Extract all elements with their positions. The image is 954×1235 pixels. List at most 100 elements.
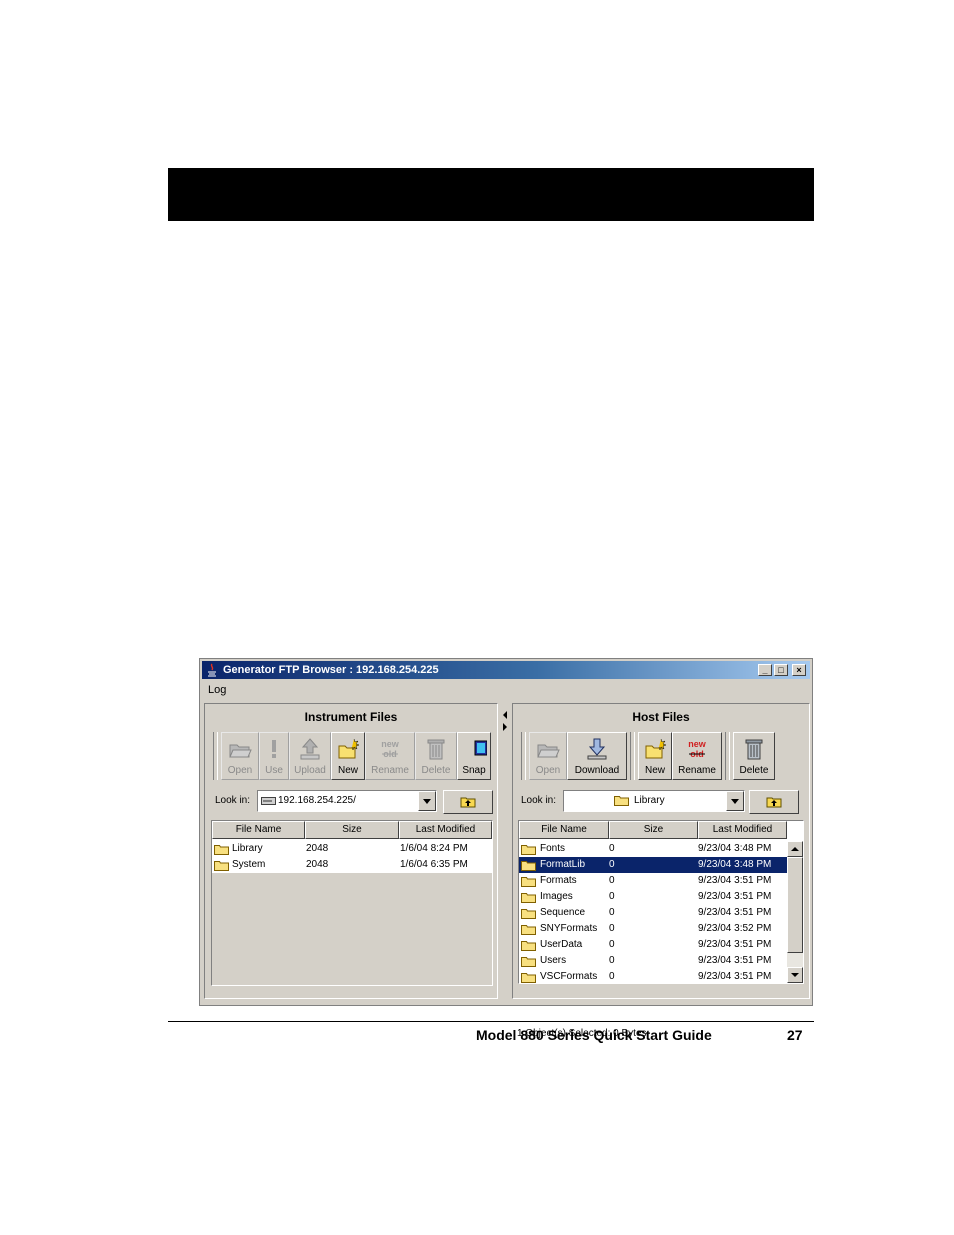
instrument-files-title: Instrument Files	[304, 710, 398, 724]
column-last-modified[interactable]: Last Modified	[698, 821, 787, 839]
file-modified: 9/23/04 3:51 PM	[698, 939, 772, 950]
upload-arrow-icon	[300, 738, 320, 760]
instrument-snap-button[interactable]: Snap	[457, 732, 491, 780]
instrument-upload-button[interactable]: Upload	[289, 732, 331, 780]
instrument-use-button[interactable]: Use	[259, 732, 289, 780]
window-title: Generator FTP Browser : 192.168.254.225	[223, 664, 439, 676]
page-number: 27	[787, 1027, 803, 1043]
toolbar-separator	[521, 732, 526, 780]
file-name: Formats	[540, 875, 577, 886]
close-button[interactable]: ×	[792, 664, 806, 676]
look-in-label: Look in:	[215, 795, 251, 806]
folder-icon	[521, 957, 536, 967]
file-size: 2048	[306, 843, 329, 854]
button-label: Rename	[678, 765, 716, 776]
table-row-selected[interactable]: FormatLib 0 9/23/04 3:48 PM	[519, 857, 787, 873]
button-label: Upload	[294, 765, 326, 776]
folder-icon	[521, 861, 536, 871]
column-size[interactable]: Size	[305, 821, 399, 839]
ftp-browser-window: Generator FTP Browser : 192.168.254.225 …	[199, 658, 813, 1039]
host-new-button[interactable]: New	[638, 732, 672, 780]
trash-icon	[427, 739, 445, 760]
scroll-thumb[interactable]	[787, 857, 803, 953]
scroll-up-button[interactable]	[787, 841, 803, 857]
button-label: New	[644, 765, 665, 776]
drive-icon	[261, 797, 276, 805]
minimize-button[interactable]: _	[758, 664, 772, 676]
table-row[interactable]: Fonts 0 9/23/04 3:48 PM	[519, 841, 787, 857]
file-name: FormatLib	[540, 859, 586, 870]
file-modified: 9/23/04 3:51 PM	[698, 891, 772, 902]
file-size: 0	[609, 955, 615, 966]
new-folder-icon	[645, 738, 667, 759]
maximize-button[interactable]: □	[774, 664, 788, 676]
toolbar-separator	[725, 732, 730, 780]
instrument-delete-button[interactable]: Delete	[415, 732, 457, 780]
instrument-rename-button[interactable]: new old Rename	[365, 732, 415, 780]
table-row[interactable]: VSCFormats 0 9/23/04 3:51 PM	[519, 969, 787, 983]
file-name: Users	[540, 955, 567, 966]
table-row[interactable]: Formats 0 9/23/04 3:51 PM	[519, 873, 787, 889]
table-body: Fonts 0 9/23/04 3:48 PM FormatLib 0 9/23…	[519, 841, 787, 983]
column-last-modified[interactable]: Last Modified	[399, 821, 492, 839]
table-row[interactable]: Library 2048 1/6/04 8:24 PM	[212, 841, 492, 857]
instrument-look-in-combo[interactable]: 192.168.254.225/	[257, 790, 437, 812]
table-row[interactable]: Users 0 9/23/04 3:51 PM	[519, 953, 787, 969]
window-titlebar[interactable]: Generator FTP Browser : 192.168.254.225 …	[202, 661, 810, 679]
file-modified: 9/23/04 3:51 PM	[698, 955, 772, 966]
folder-icon	[521, 925, 536, 935]
table-row[interactable]: UserData 0 9/23/04 3:51 PM	[519, 937, 787, 953]
column-file-name[interactable]: File Name	[212, 821, 305, 839]
file-name: SNYFormats	[540, 923, 598, 934]
table-row[interactable]: SNYFormats 0 9/23/04 3:52 PM	[519, 921, 787, 937]
folder-icon	[521, 893, 536, 903]
trash-icon	[745, 739, 763, 760]
vertical-scrollbar[interactable]	[787, 841, 803, 983]
column-size[interactable]: Size	[609, 821, 698, 839]
column-file-name[interactable]: File Name	[519, 821, 609, 839]
instrument-file-table: File Name Size Last Modified Library 204…	[211, 820, 493, 986]
folder-icon	[521, 877, 536, 887]
host-delete-button[interactable]: Delete	[733, 732, 775, 780]
file-modified: 9/23/04 3:48 PM	[698, 843, 772, 854]
look-in-label: Look in:	[521, 795, 557, 806]
instrument-new-button[interactable]: New	[331, 732, 365, 780]
button-label: Delete	[421, 765, 451, 776]
button-label: Open	[227, 765, 253, 776]
look-in-value: 192.168.254.225/	[278, 795, 356, 806]
chevron-up-icon	[791, 847, 799, 851]
table-row[interactable]: Images 0 9/23/04 3:51 PM	[519, 889, 787, 905]
table-row[interactable]: Sequence 0 9/23/04 3:51 PM	[519, 905, 787, 921]
table-row[interactable]: System 2048 1/6/04 6:35 PM	[212, 857, 492, 873]
exclamation-icon	[272, 740, 276, 758]
host-rename-button[interactable]: new old Rename	[672, 732, 722, 780]
chevron-down-icon[interactable]	[418, 791, 436, 811]
chevron-down-icon[interactable]	[726, 791, 744, 811]
host-open-button[interactable]: Open	[529, 732, 567, 780]
file-name: Fonts	[540, 843, 566, 854]
file-modified: 9/23/04 3:51 PM	[698, 907, 772, 918]
host-up-folder-button[interactable]	[749, 790, 799, 814]
instrument-toolbar: Open Use Upload New new old Rename Delet…	[213, 732, 491, 782]
host-toolbar: Open Download New new old Rename Delete	[521, 732, 775, 782]
file-modified: 9/23/04 3:51 PM	[698, 971, 772, 982]
rename-icon-new-text: new	[688, 739, 707, 749]
file-size: 0	[609, 939, 615, 950]
instrument-up-folder-button[interactable]	[443, 790, 493, 814]
instrument-open-button[interactable]: Open	[221, 732, 259, 780]
file-modified: 1/6/04 6:35 PM	[400, 859, 468, 870]
file-name: Sequence	[540, 907, 586, 918]
table-header: File Name Size Last Modified	[212, 821, 492, 839]
host-download-button[interactable]: Download	[567, 732, 627, 780]
footer-title: Model 880 Series Quick Start Guide	[476, 1027, 712, 1043]
host-look-in-combo[interactable]: Library	[563, 790, 745, 812]
look-in-value: Library	[634, 795, 665, 806]
scroll-down-button[interactable]	[787, 967, 803, 983]
menubar: Log	[202, 681, 810, 699]
file-modified: 9/23/04 3:48 PM	[698, 859, 772, 870]
split-pane-arrows-icon[interactable]	[500, 707, 510, 737]
file-name: VSCFormats	[540, 971, 598, 982]
menu-log[interactable]: Log	[202, 684, 226, 696]
folder-icon	[614, 796, 629, 806]
rename-icon: new old	[688, 739, 707, 759]
